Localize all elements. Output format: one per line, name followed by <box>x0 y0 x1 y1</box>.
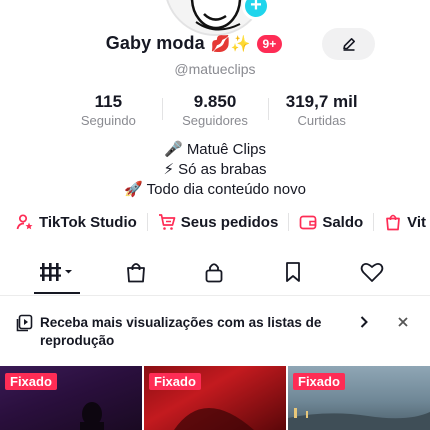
bio-line: 🎤 Matuê Clips <box>163 141 267 158</box>
quick-link-tiktok-studio[interactable]: TikTok Studio <box>16 213 147 231</box>
quick-link-label: Vit <box>407 213 427 231</box>
playlist-promo-banner[interactable]: Receba mais visualizações com as listas … <box>0 306 430 358</box>
lock-icon <box>205 263 223 283</box>
display-name: Gaby moda <box>105 33 205 53</box>
quick-link-balance[interactable]: Saldo <box>299 213 373 231</box>
pinned-badge: Fixado <box>5 373 57 390</box>
stat-value: 115 <box>94 92 123 111</box>
close-icon[interactable] <box>396 315 410 329</box>
grid-icon <box>40 263 72 281</box>
quick-link-label: TikTok Studio <box>39 213 137 231</box>
active-tab-indicator <box>34 292 80 294</box>
name-emoji: 💋✨ <box>210 35 251 53</box>
stat-label: Curtidas <box>297 113 346 128</box>
divider <box>288 213 290 231</box>
quick-link-orders[interactable]: Seus pedidos <box>158 213 289 231</box>
pinned-badge: Fixado <box>293 373 345 390</box>
quick-links-row: TikTok Studio Seus pedidos Saldo Vit <box>16 213 430 231</box>
bio: 🎤 Matuê Clips ⚡ Só as brabas 🚀 Todo dia … <box>0 140 430 200</box>
stat-label: Seguidores <box>182 113 248 128</box>
quick-link-label: Saldo <box>322 213 364 231</box>
video-grid: Fixado Fixado Fixado <box>0 366 430 430</box>
video-thumbnail[interactable]: Fixado <box>144 366 286 430</box>
edit-profile-button[interactable] <box>322 28 375 60</box>
promo-text: Receba mais visualizações com as listas … <box>40 315 322 348</box>
bookmark-icon <box>286 262 300 282</box>
divider <box>146 213 148 231</box>
stat-value: 319,7 mil <box>285 92 358 111</box>
profile-stats: 115 Seguindo 9.850 Seguidores 319,7 mil … <box>55 92 375 130</box>
bio-line: ⚡ Só as brabas <box>163 161 267 178</box>
stat-likes[interactable]: 319,7 mil Curtidas <box>268 92 375 130</box>
stat-followers[interactable]: 9.850 Seguidores <box>161 92 269 130</box>
tab-videos-grid[interactable] <box>37 254 77 290</box>
stat-following[interactable]: 115 Seguindo <box>55 92 162 130</box>
divider <box>373 213 375 231</box>
shopping-bag-icon <box>386 214 401 231</box>
playlist-icon <box>16 314 33 332</box>
person-star-icon <box>16 214 33 230</box>
bio-line: 🚀 Todo dia conteúdo novo <box>124 181 306 198</box>
heart-icon <box>360 262 384 282</box>
tab-private[interactable] <box>194 254 234 290</box>
video-thumbnail[interactable]: Fixado <box>288 366 430 430</box>
cart-icon <box>158 214 176 230</box>
stat-value: 9.850 <box>193 92 237 111</box>
tab-favorites[interactable] <box>273 254 313 290</box>
pinned-badge: Fixado <box>149 373 201 390</box>
username: @matueclips <box>174 61 256 77</box>
quick-link-label: Seus pedidos <box>180 213 279 231</box>
wallet-icon <box>299 215 317 230</box>
stat-label: Seguindo <box>80 113 136 128</box>
pencil-icon <box>342 38 355 51</box>
profile-tabs <box>0 254 430 294</box>
notification-badge[interactable]: 9+ <box>256 34 283 53</box>
quick-link-storefront[interactable]: Vit <box>384 213 430 231</box>
shopping-bag-icon <box>127 263 145 283</box>
tab-shop[interactable] <box>116 254 156 290</box>
divider <box>0 295 430 296</box>
video-thumbnail[interactable]: Fixado <box>0 366 142 430</box>
chevron-right-icon[interactable] <box>357 315 371 329</box>
tab-liked[interactable] <box>352 254 392 290</box>
